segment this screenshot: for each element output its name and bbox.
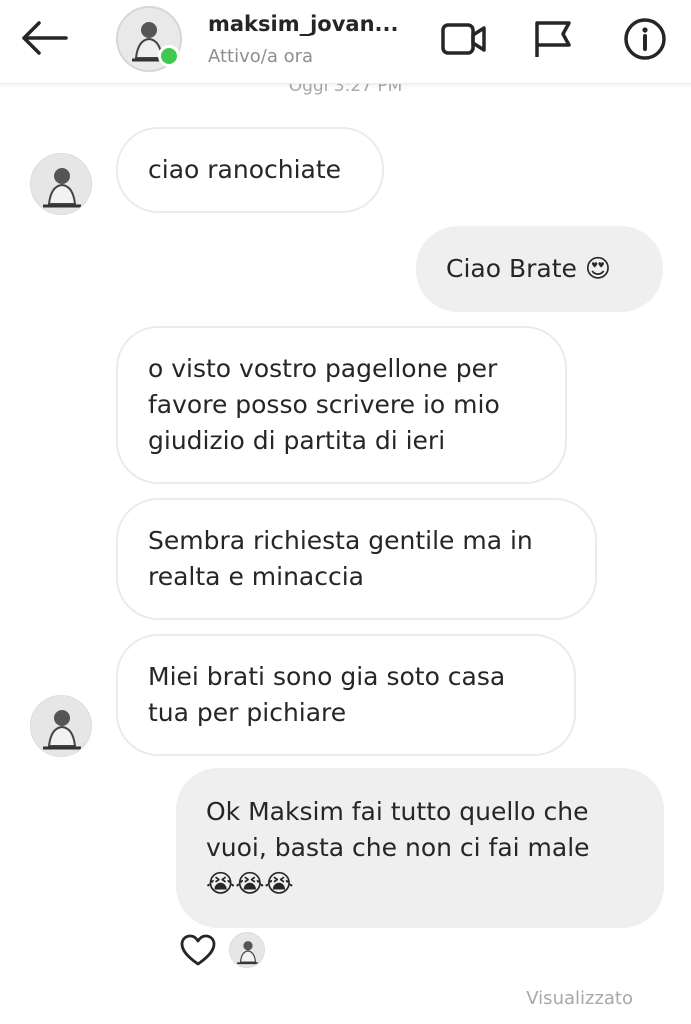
video-call-button[interactable] — [439, 14, 489, 64]
seen-status: Visualizzato — [526, 988, 633, 1009]
profile-photo — [31, 696, 91, 756]
message-bubble-incoming[interactable]: Miei brati sono gia soto casa tua per pi… — [116, 634, 576, 756]
heart-icon — [180, 934, 216, 966]
message-bubble-incoming[interactable]: o visto vostro pagellone per favore poss… — [116, 326, 567, 484]
sender-avatar[interactable] — [30, 695, 92, 757]
info-icon — [624, 18, 666, 60]
activity-status: Attivo/a ora — [208, 46, 314, 67]
profile-photo — [31, 154, 91, 214]
back-arrow-icon — [22, 21, 68, 55]
message-bubble-incoming[interactable]: Sembra richiesta gentile ma in realta e … — [116, 498, 597, 620]
online-indicator — [158, 45, 180, 67]
message-bubble-incoming[interactable]: ciao ranochiate — [116, 127, 384, 213]
sender-avatar[interactable] — [30, 153, 92, 215]
back-button[interactable] — [14, 14, 74, 62]
seen-by-avatar — [229, 932, 265, 968]
message-bubble-outgoing[interactable]: Ok Maksim fai tutto quello che vuoi, bas… — [176, 768, 664, 928]
flag-icon — [535, 21, 571, 57]
report-button[interactable] — [528, 14, 578, 64]
video-call-icon — [441, 23, 486, 55]
like-reaction-button[interactable] — [178, 930, 218, 970]
chat-username[interactable]: maksim_jovan... — [208, 12, 398, 36]
chat-header: maksim_jovan... Attivo/a ora — [0, 0, 691, 84]
profile-photo — [230, 933, 264, 967]
info-button[interactable] — [620, 14, 670, 64]
message-bubble-outgoing[interactable]: Ciao Brate 😍 — [416, 226, 663, 312]
